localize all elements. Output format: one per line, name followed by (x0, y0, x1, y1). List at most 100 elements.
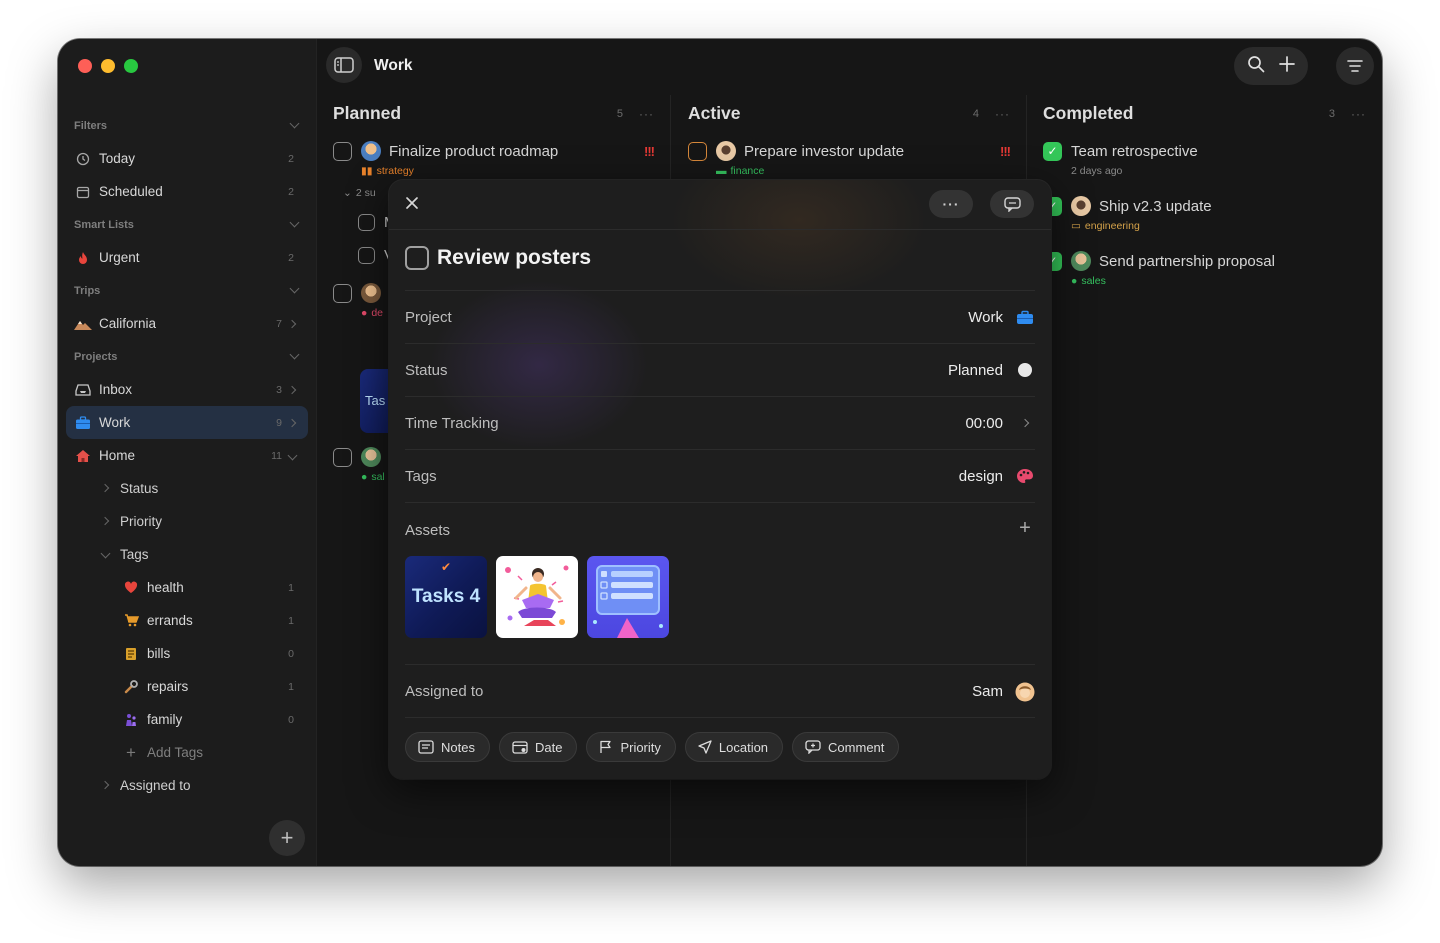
avatar (716, 141, 736, 161)
avatar (1071, 251, 1091, 271)
chart-bars-icon: ▮▮ (361, 165, 373, 177)
toggle-sidebar-button[interactable] (326, 47, 362, 83)
search-button[interactable] (1247, 55, 1265, 78)
column-header: Completed 3 ··· (1043, 103, 1366, 123)
illustration-checklist-icon (593, 565, 663, 638)
sidebar-tag-bills[interactable]: bills 0 (66, 637, 308, 670)
clock-icon (74, 150, 92, 168)
more-options-icon[interactable]: ··· (639, 107, 654, 121)
task-checkbox[interactable] (333, 141, 352, 161)
chevron-right-icon (98, 483, 112, 494)
field-assigned-to[interactable]: Assigned to Sam (405, 665, 1035, 718)
add-asset-button[interactable]: + (1015, 516, 1035, 540)
sidebar-tag-errands[interactable]: errands 1 (66, 604, 308, 637)
sidebar-item-work[interactable]: Work 9 (66, 406, 308, 439)
column-header: Planned 5 ··· (333, 103, 654, 123)
sidebar-item-status[interactable]: Status (66, 472, 308, 505)
laptop-icon: ▭ (1071, 220, 1081, 232)
filter-menu-button[interactable] (1336, 47, 1374, 85)
task-checkbox[interactable] (405, 246, 429, 270)
chevron-down-icon (98, 548, 112, 560)
sidebar-item-urgent[interactable]: Urgent 2 (66, 241, 308, 274)
sidebar: Filters Today 2 Scheduled 2 Smart Lists (58, 39, 317, 866)
asset-thumbnail[interactable] (496, 556, 578, 638)
chevron-down-icon (289, 283, 300, 294)
task-checkbox[interactable] (333, 447, 352, 467)
add-list-button[interactable]: + (269, 820, 305, 856)
notes-button[interactable]: Notes (405, 732, 490, 762)
task-card[interactable]: Prepare investor update !!! ▬ finance (688, 139, 1011, 177)
asset-thumbnail[interactable] (587, 556, 669, 638)
sidebar-item-priority[interactable]: Priority (66, 505, 308, 538)
task-checkbox[interactable] (358, 246, 375, 264)
task-checkbox[interactable] (688, 141, 707, 161)
section-smart-lists[interactable]: Smart Lists (66, 208, 308, 241)
task-checkbox-checked[interactable]: ✓ (1043, 141, 1062, 161)
field-project[interactable]: Project Work (405, 291, 1035, 344)
avatar (361, 283, 381, 303)
avatar (361, 447, 381, 467)
sidebar-item-california[interactable]: California 7 (66, 307, 308, 340)
task-card[interactable]: ✓ Ship v2.3 update ▭ engineering (1043, 194, 1366, 232)
sidebar-tag-health[interactable]: health 1 (66, 571, 308, 604)
sidebar-item-tags[interactable]: Tags (66, 538, 308, 571)
palette-icon (1015, 466, 1035, 486)
task-checkbox[interactable] (333, 283, 352, 303)
plus-icon: + (280, 825, 294, 850)
close-panel-button[interactable] (403, 194, 421, 212)
close-icon (406, 197, 418, 209)
add-tags-button[interactable]: + Add Tags (66, 736, 308, 769)
chevron-right-icon (286, 318, 298, 330)
comment-icon (1003, 196, 1021, 212)
task-card[interactable]: Finalize product roadmap !!! ▮▮ strategy (333, 139, 655, 177)
minimize-window-button[interactable] (101, 59, 115, 73)
column-completed: Completed 3 ··· ✓ Team retrospective 2 d… (1027, 95, 1382, 866)
dollar-icon: ● (1071, 275, 1078, 287)
task-card[interactable]: ✓ Send partnership proposal ● sales (1043, 249, 1366, 287)
chevron-down-icon (289, 217, 300, 228)
comments-button[interactable] (990, 190, 1034, 218)
location-button[interactable]: Location (684, 732, 784, 762)
task-checkbox[interactable] (358, 213, 375, 231)
sidebar-tag-family[interactable]: family 0 (66, 703, 308, 736)
sidebar-tag-repairs[interactable]: repairs 1 (66, 670, 308, 703)
asset-thumbnail[interactable]: ✔ Tasks 4 (405, 556, 487, 638)
mountain-icon (74, 315, 92, 333)
toolbar-actions (1234, 47, 1308, 85)
sidebar-item-assigned-to[interactable]: Assigned to (66, 769, 308, 802)
field-status[interactable]: Status Planned (405, 344, 1035, 397)
close-window-button[interactable] (78, 59, 92, 73)
sidebar-item-scheduled[interactable]: Scheduled 2 (66, 175, 308, 208)
priority-indicator: !!! (1000, 143, 1011, 159)
section-trips[interactable]: Trips (66, 274, 308, 307)
briefcase-icon (1015, 307, 1035, 327)
notes-icon (418, 740, 434, 754)
more-options-icon[interactable]: ··· (995, 107, 1010, 121)
field-tags[interactable]: Tags design (405, 450, 1035, 503)
sidebar-item-today[interactable]: Today 2 (66, 142, 308, 175)
field-time-tracking[interactable]: Time Tracking 00:00 (405, 397, 1035, 450)
sidebar-item-home[interactable]: Home 11 (66, 439, 308, 472)
window-controls (78, 59, 138, 73)
sidebar-item-inbox[interactable]: Inbox 3 (66, 373, 308, 406)
zoom-window-button[interactable] (124, 59, 138, 73)
task-title[interactable]: Review posters (437, 246, 591, 270)
family-icon (122, 711, 140, 729)
priority-indicator: !!! (644, 143, 655, 159)
section-filters[interactable]: Filters (66, 109, 308, 142)
inbox-icon (74, 381, 92, 399)
heart-icon (122, 579, 140, 597)
section-projects[interactable]: Projects (66, 340, 308, 373)
action-pills: Notes Date Priority Location Comment (405, 732, 900, 762)
cart-icon (122, 612, 140, 630)
date-button[interactable]: Date (498, 732, 578, 762)
more-options-icon[interactable]: ··· (1351, 107, 1366, 121)
task-detail-panel: ··· Review posters Project Work Status P… (389, 180, 1051, 779)
more-options-button[interactable]: ··· (929, 190, 973, 218)
add-task-button[interactable] (1278, 55, 1296, 78)
house-icon (74, 447, 92, 465)
priority-button[interactable]: Priority (586, 732, 676, 762)
chevron-right-icon (98, 780, 112, 791)
task-card[interactable]: ✓ Team retrospective 2 days ago (1043, 139, 1366, 177)
comment-button[interactable]: Comment (792, 732, 900, 762)
